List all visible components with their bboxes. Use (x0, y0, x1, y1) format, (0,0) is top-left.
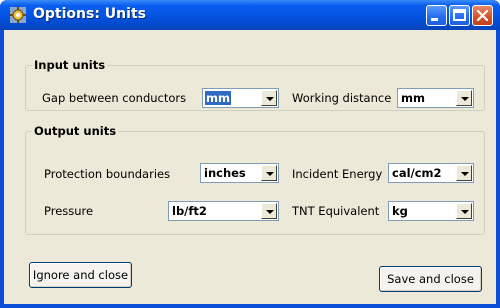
options-window: Options: Units Input units Gap between c… (0, 0, 500, 308)
protection-boundaries-label: Protection boundaries (44, 167, 171, 181)
ignore-and-close-button[interactable]: Ignore and close (29, 262, 132, 288)
dialog-client-area: Input units Gap between conductors mm Wo… (4, 30, 496, 304)
protection-boundaries-value: inches (204, 166, 246, 180)
input-units-legend: Input units (32, 58, 108, 72)
minimize-button[interactable] (426, 5, 447, 26)
protection-boundaries-select[interactable]: inches (200, 163, 279, 183)
maximize-icon (453, 9, 466, 21)
tnt-equivalent-select[interactable]: kg (388, 201, 474, 221)
chevron-down-icon[interactable] (456, 165, 472, 181)
chevron-down-icon[interactable] (456, 203, 472, 219)
gap-units-select[interactable]: mm (202, 88, 279, 108)
close-button[interactable] (472, 5, 493, 26)
pressure-label: Pressure (44, 204, 94, 218)
minimize-icon (431, 18, 438, 21)
chevron-down-icon[interactable] (261, 90, 277, 106)
close-icon (476, 9, 489, 22)
gap-units-value: mm (205, 91, 231, 105)
gear-icon (10, 7, 26, 23)
pressure-select[interactable]: lb/ft2 (168, 201, 279, 221)
output-units-legend: Output units (32, 124, 119, 138)
incident-energy-select[interactable]: cal/cm2 (388, 163, 474, 183)
maximize-button[interactable] (449, 5, 470, 26)
chevron-down-icon[interactable] (261, 165, 277, 181)
save-and-close-button[interactable]: Save and close (379, 266, 482, 292)
pressure-value: lb/ft2 (172, 204, 207, 218)
working-distance-label: Working distance (292, 91, 392, 105)
tnt-equivalent-label: TNT Equivalent (292, 204, 380, 218)
working-distance-value: mm (401, 91, 425, 105)
chevron-down-icon[interactable] (261, 203, 277, 219)
tnt-equivalent-value: kg (392, 204, 408, 218)
working-distance-select[interactable]: mm (397, 88, 474, 108)
title-bar[interactable]: Options: Units (0, 0, 500, 30)
gap-label: Gap between conductors (42, 91, 187, 105)
incident-energy-label: Incident Energy (292, 167, 383, 181)
window-title: Options: Units (33, 6, 146, 22)
incident-energy-value: cal/cm2 (392, 166, 442, 180)
chevron-down-icon[interactable] (456, 90, 472, 106)
